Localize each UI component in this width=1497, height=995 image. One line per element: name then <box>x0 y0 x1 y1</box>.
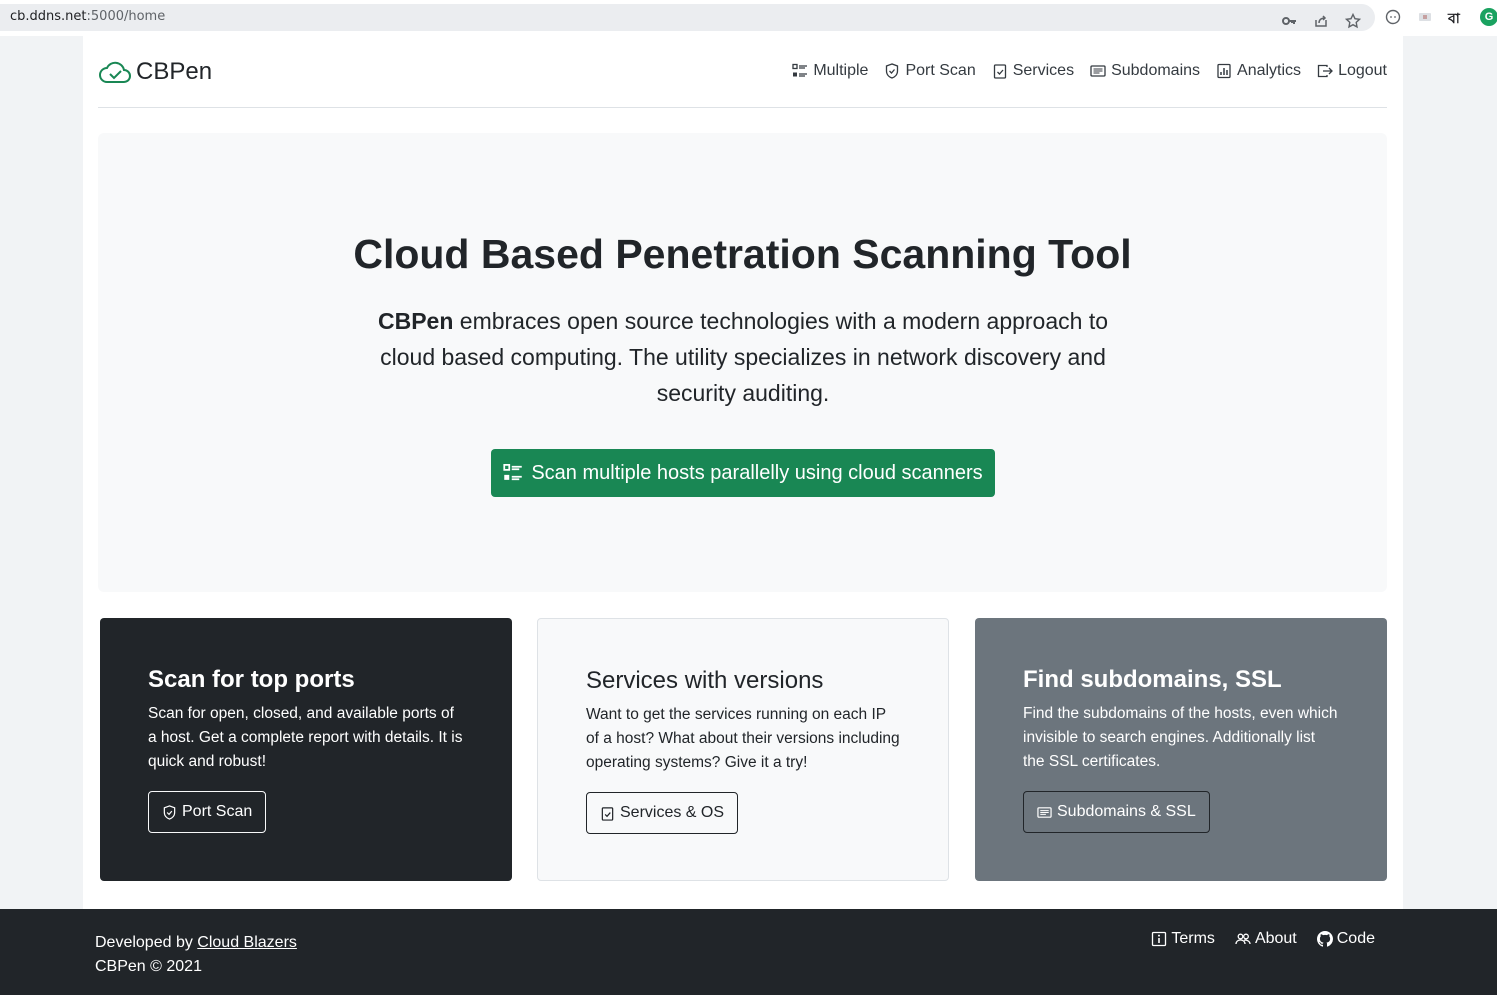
card-services: Services with versions Want to get the s… <box>537 618 949 881</box>
card-text: Scan for open, closed, and available por… <box>148 705 463 770</box>
list-check-icon <box>503 464 523 481</box>
nav-analytics[interactable]: Analytics <box>1216 62 1301 80</box>
nav-services[interactable]: Services <box>992 62 1074 80</box>
card-title: Find subdomains, SSL <box>1023 666 1282 693</box>
share-icon[interactable] <box>1312 12 1330 30</box>
port-scan-button[interactable]: Port Scan <box>148 791 267 833</box>
hero-title: Cloud Based Penetration Scanning Tool <box>353 231 1132 277</box>
nav-port-scan-label: Port Scan <box>905 62 976 79</box>
extension-icon[interactable] <box>1384 8 1402 26</box>
subdomains-ssl-button[interactable]: Subdomains & SSL <box>1023 791 1210 833</box>
scan-multiple-button[interactable]: Scan multiple hosts parallelly using clo… <box>491 449 995 497</box>
terms-link[interactable]: Terms <box>1151 930 1215 948</box>
services-os-button[interactable]: Services & OS <box>586 792 739 834</box>
card-title: Services with versions <box>586 667 824 694</box>
card-title: Scan for top ports <box>148 666 355 693</box>
nav-subdomains[interactable]: Subdomains <box>1090 62 1200 80</box>
url-path: :5000/home <box>86 9 166 24</box>
card-subdomains: Find subdomains, SSL Find the subdomains… <box>975 618 1387 881</box>
code-label: Code <box>1336 930 1375 947</box>
extension-icon-2[interactable] <box>1416 8 1434 26</box>
nav-multiple[interactable]: Multiple <box>792 62 868 80</box>
card-text: Find the subdomains of the hosts, even w… <box>1023 705 1338 770</box>
browser-toolbar: cb.ddns.net:5000/home বা G <box>0 0 1497 36</box>
subdomains-ssl-button-label: Subdomains & SSL <box>1057 803 1196 820</box>
github-icon <box>1316 931 1333 947</box>
hero-lead-brand: CBPen <box>377 308 454 334</box>
address-bar[interactable]: cb.ddns.net:5000/home <box>0 4 1375 31</box>
nav-logout[interactable]: Logout <box>1317 62 1387 80</box>
list-check-icon <box>792 63 808 77</box>
scan-multiple-label: Scan multiple hosts parallelly using clo… <box>531 461 983 484</box>
star-icon[interactable] <box>1344 12 1362 30</box>
grammarly-icon[interactable]: G <box>1480 8 1497 26</box>
nav-port-scan[interactable]: Port Scan <box>884 62 976 80</box>
clipboard-check-icon <box>601 806 614 821</box>
services-os-button-label: Services & OS <box>620 804 725 821</box>
footer-links: Terms About Code <box>1151 930 1375 948</box>
nav-logout-label: Logout <box>1338 62 1387 79</box>
card-text-icon <box>1090 65 1106 77</box>
nav-analytics-label: Analytics <box>1237 62 1302 79</box>
about-link[interactable]: About <box>1235 930 1297 948</box>
card-text-icon <box>1037 806 1052 818</box>
about-label: About <box>1254 930 1297 947</box>
hero-section: Cloud Based Penetration Scanning Tool CB… <box>98 133 1387 592</box>
copyright: CBPen © 2021 <box>95 958 202 975</box>
info-square-icon <box>1152 931 1167 947</box>
footer-credits: Developed by Cloud Blazers CBPen © 2021 <box>95 931 297 979</box>
hero-lead: CBPen embraces open source technologies … <box>358 303 1128 411</box>
url-host: cb.ddns.net <box>10 9 87 24</box>
people-icon <box>1235 933 1251 945</box>
nav-services-label: Services <box>1012 62 1075 79</box>
developer-link[interactable]: Cloud Blazers <box>197 934 297 951</box>
language-extension[interactable]: বা <box>1448 7 1460 31</box>
box-arrow-right-icon <box>1317 64 1333 78</box>
key-icon[interactable] <box>1280 12 1298 30</box>
address-url[interactable]: cb.ddns.net:5000/home <box>10 9 165 24</box>
nav-multiple-label: Multiple <box>813 62 869 79</box>
shield-icon <box>163 804 176 820</box>
hero-lead-text: embraces open source technologies with a… <box>380 308 1109 406</box>
card-port-scan: Scan for top ports Scan for open, closed… <box>100 618 512 881</box>
header-divider <box>98 107 1387 108</box>
card-text: Want to get the services running on each… <box>586 706 900 771</box>
brand-name: CBPen <box>136 58 213 85</box>
brand-logo[interactable]: CBPen <box>98 58 212 86</box>
cloud-check-icon <box>99 61 131 83</box>
nav-subdomains-label: Subdomains <box>1111 62 1201 79</box>
main-nav: Multiple Port Scan Services Subdomains A… <box>792 62 1387 80</box>
clipboard-check-icon <box>993 64 1006 79</box>
footer: Developed by Cloud Blazers CBPen © 2021 … <box>0 909 1497 995</box>
terms-label: Terms <box>1171 930 1215 947</box>
shield-icon <box>886 63 899 79</box>
code-link[interactable]: Code <box>1316 930 1375 948</box>
bar-chart-icon <box>1217 63 1231 79</box>
port-scan-button-label: Port Scan <box>182 803 253 820</box>
developed-by-text: Developed by <box>95 934 198 951</box>
